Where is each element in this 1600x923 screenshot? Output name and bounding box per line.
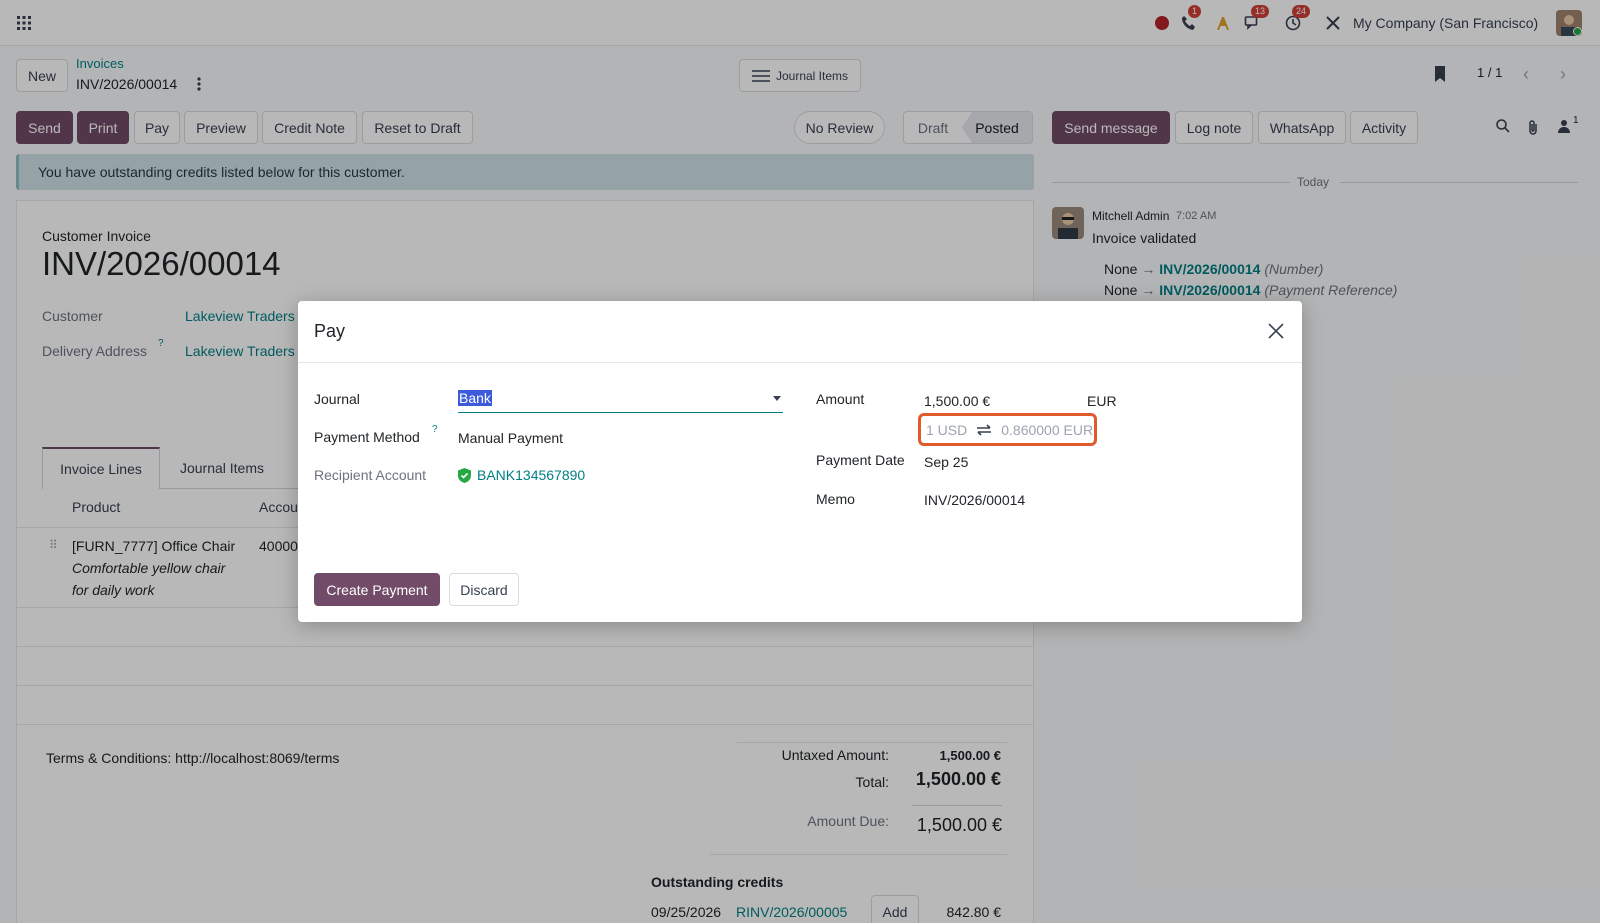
pay-dialog: Pay Journal Bank Payment Method ? Manual…	[298, 301, 1302, 622]
dialog-title: Pay	[314, 321, 346, 341]
close-icon[interactable]	[1268, 323, 1284, 342]
shield-check-icon	[458, 468, 471, 486]
memo-label: Memo	[816, 491, 855, 507]
payment-date-value[interactable]: Sep 25	[924, 454, 968, 470]
discard-button[interactable]: Discard	[449, 573, 519, 606]
exchange-rate-box: 1 USD 0.860000 EUR	[918, 413, 1097, 446]
recipient-account-label: Recipient Account	[314, 467, 427, 483]
payment-method-value[interactable]: Manual Payment	[458, 430, 563, 446]
create-payment-button[interactable]: Create Payment	[314, 573, 440, 606]
journal-label: Journal	[314, 391, 360, 407]
amount-label: Amount	[816, 391, 865, 407]
recipient-account-link[interactable]: BANK134567890	[477, 467, 585, 483]
payment-method-label: Payment Method	[314, 429, 420, 445]
chevron-down-icon	[773, 396, 781, 401]
rate-from: 1 USD	[926, 421, 968, 438]
payment-date-label: Payment Date	[816, 452, 905, 468]
journal-value: Bank	[458, 390, 492, 406]
swap-arrows-icon[interactable]	[976, 423, 992, 436]
amount-value[interactable]: 1,500.00 €	[924, 393, 990, 409]
rate-to: 0.860000 EUR	[1001, 421, 1094, 438]
help-tooltip-icon[interactable]: ?	[432, 424, 438, 435]
journal-select[interactable]: Bank	[458, 385, 783, 413]
dialog-header-border	[298, 362, 1302, 363]
memo-value[interactable]: INV/2026/00014	[924, 492, 1025, 508]
currency-value[interactable]: EUR	[1087, 393, 1117, 409]
